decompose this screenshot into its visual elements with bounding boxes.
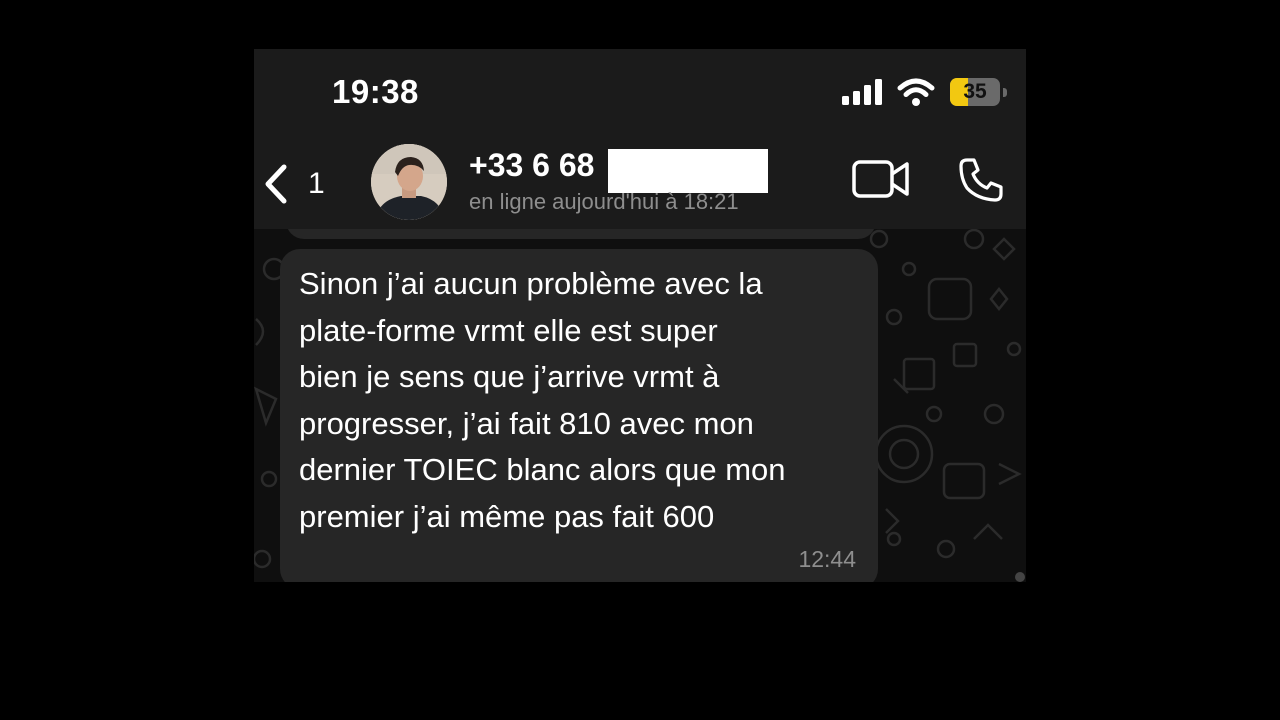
- contact-name: +33 6 68: [469, 147, 595, 183]
- message-time: 12:44: [798, 546, 856, 572]
- contact-status: en ligne aujourd'hui à 18:21: [469, 189, 739, 214]
- chat-header: 1 +33 6 68 en ligne aujourd'hui à 18:21: [254, 139, 1026, 229]
- unread-count: 1: [308, 167, 325, 200]
- message-bubble[interactable]: Sinon j’ai aucun problème avec la plate-…: [280, 249, 878, 582]
- wifi-icon: [897, 78, 935, 106]
- battery-level: 35: [963, 80, 987, 103]
- message-text: Sinon j’ai aucun problème avec la plate-…: [299, 266, 786, 534]
- avatar[interactable]: [371, 144, 447, 220]
- scroll-down-icon[interactable]: [1014, 571, 1026, 582]
- redaction-box: [608, 149, 768, 193]
- video-call-icon[interactable]: [852, 159, 910, 199]
- chat-area[interactable]: Sinon j’ai aucun problème avec la plate-…: [254, 229, 1026, 582]
- previous-message-bubble: [286, 229, 876, 239]
- phone-icon[interactable]: [958, 157, 1004, 203]
- back-button[interactable]: 1: [262, 159, 332, 209]
- status-time: 19:38: [332, 73, 419, 110]
- battery-icon: 35: [950, 78, 1007, 106]
- back-chevron-icon: [265, 164, 287, 204]
- status-bar: 19:38 35: [254, 49, 1026, 139]
- signal-icon: [842, 79, 882, 105]
- phone-screen: 19:38 35 1 +33 6 68 en ligne aujourd'hui…: [254, 49, 1026, 582]
